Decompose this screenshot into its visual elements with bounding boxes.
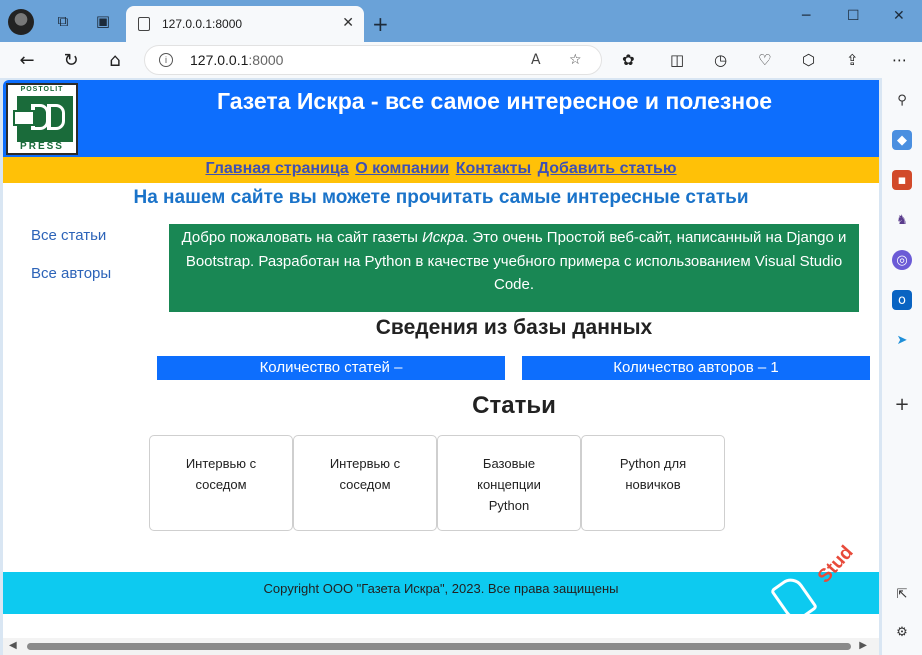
site-title: Газета Искра - все самое интересное и по… — [217, 88, 773, 114]
article-card[interactable]: Базовые концепции Python — [437, 435, 581, 531]
tab-actions-icon[interactable]: ▣ — [92, 10, 114, 32]
logo-bottom-text: PRESS — [20, 141, 64, 152]
main-menu: Главная страница О компании Контакты Доб… — [3, 157, 879, 183]
horizontal-scrollbar[interactable]: ◀ ▶ — [3, 638, 879, 655]
address-bar[interactable]: i 127.0.0.1:8000 A ☆ — [144, 45, 602, 75]
menu-add-article-link[interactable]: Добавить статью — [538, 160, 677, 177]
scroll-left-icon[interactable]: ◀ — [9, 640, 17, 651]
profile-avatar[interactable] — [8, 9, 34, 35]
extensions-icon[interactable]: ✿ — [622, 51, 635, 69]
article-card-title: Интервью с соседом — [329, 456, 401, 492]
article-card[interactable]: Python для новичков — [581, 435, 725, 531]
browser-toolbar: ← ↻ ⌂ i 127.0.0.1:8000 A ☆ ✿ ◫ ◷ ♡ ⬡ ⇪ ⋯ — [0, 42, 922, 78]
browser-titlebar: ⧉ ▣ 127.0.0.1:8000 ✕ + ─ ☐ ✕ — [0, 0, 922, 42]
read-aloud-icon[interactable]: A — [531, 52, 541, 68]
home-icon[interactable]: ⌂ — [104, 49, 126, 71]
edge-sidebar: ⚲ ◆ ▪ ♞ ◎ o ➤ + ⇱ ⚙ — [882, 78, 922, 655]
page-subtitle: На нашем сайте вы можете прочитать самые… — [133, 187, 749, 208]
toolbox-icon[interactable]: ▪ — [892, 170, 912, 190]
external-link-icon[interactable]: ⇱ — [892, 584, 912, 604]
articles-heading: Статьи — [472, 392, 556, 419]
search-icon[interactable]: ⚲ — [892, 90, 912, 110]
articles-count-badge: Количество статей – — [157, 356, 505, 380]
share-icon[interactable]: ⇪ — [846, 51, 859, 69]
plus-icon[interactable]: + — [892, 394, 912, 415]
page-viewport: POSTOLIT PRESS Газета Искра - все самое … — [3, 80, 879, 655]
back-icon[interactable]: ← — [16, 49, 38, 71]
collections-icon[interactable]: ⬡ — [802, 51, 815, 69]
menu-home-link[interactable]: Главная страница — [205, 160, 348, 177]
article-card-title: Python для новичков — [619, 456, 687, 492]
site-info-icon[interactable]: i — [159, 53, 173, 67]
logo-mark — [13, 96, 73, 142]
article-card[interactable]: Интервью с соседом — [149, 435, 293, 531]
logo-top-text: POSTOLIT — [20, 86, 64, 93]
authors-count-badge: Количество авторов – 1 — [522, 356, 870, 380]
address-port: :8000 — [248, 52, 284, 68]
all-articles-link[interactable]: Все статьи — [31, 227, 111, 244]
close-tab-icon[interactable]: ✕ — [342, 15, 354, 31]
site-logo[interactable]: POSTOLIT PRESS — [6, 83, 78, 155]
settings-icon[interactable]: ⚙ — [892, 622, 912, 642]
scrollbar-thumb[interactable] — [27, 643, 851, 650]
copyright-text: Copyright ООО "Газета Искра", 2023. Все … — [263, 581, 619, 596]
db-info-heading: Сведения из базы данных — [375, 316, 653, 339]
favorite-star-icon[interactable]: ☆ — [569, 52, 582, 68]
page-icon — [138, 17, 150, 31]
split-screen-icon[interactable]: ◫ — [670, 51, 684, 69]
close-window-icon[interactable]: ✕ — [893, 8, 905, 24]
site-footer: Copyright ООО "Газета Искра", 2023. Все … — [3, 572, 879, 614]
welcome-text-em: Искра — [422, 229, 465, 246]
minimize-icon[interactable]: ─ — [802, 8, 810, 24]
history-icon[interactable]: ◷ — [714, 51, 727, 69]
outlook-icon[interactable]: o — [892, 290, 912, 310]
tab-title: 127.0.0.1:8000 — [162, 17, 243, 31]
left-nav: Все статьи Все авторы — [31, 227, 111, 303]
menu-contacts-link[interactable]: Контакты — [456, 160, 531, 177]
copilot-icon[interactable]: ◎ — [892, 250, 912, 270]
watermark-text: Stud — [813, 541, 858, 588]
more-icon[interactable]: ⋯ — [892, 51, 907, 69]
watermark-pen-icon — [769, 573, 819, 625]
site-header: POSTOLIT PRESS Газета Искра - все самое … — [3, 80, 879, 157]
address-host: 127.0.0.1 — [190, 52, 249, 68]
chess-icon[interactable]: ♞ — [892, 210, 912, 230]
maximize-icon[interactable]: ☐ — [847, 8, 860, 24]
article-card-title: Интервью с соседом — [185, 456, 257, 492]
article-card-title: Базовые концепции Python — [477, 456, 541, 513]
menu-about-link[interactable]: О компании — [355, 160, 449, 177]
scroll-right-icon[interactable]: ▶ — [859, 640, 867, 651]
tag-icon[interactable]: ◆ — [892, 130, 912, 150]
welcome-box: Добро пожаловать на сайт газеты Искра. Э… — [169, 224, 859, 312]
workspaces-icon[interactable]: ⧉ — [52, 10, 74, 32]
browser-essentials-icon[interactable]: ♡ — [758, 51, 771, 69]
all-authors-link[interactable]: Все авторы — [31, 265, 111, 282]
refresh-icon[interactable]: ↻ — [60, 49, 82, 71]
browser-tab[interactable]: 127.0.0.1:8000 ✕ — [126, 6, 364, 42]
send-icon[interactable]: ➤ — [892, 330, 912, 350]
watermark-logo: Stud — [769, 540, 873, 630]
article-card[interactable]: Интервью с соседом — [293, 435, 437, 531]
welcome-text-start: Добро пожаловать на сайт газеты — [181, 229, 423, 246]
new-tab-icon[interactable]: + — [372, 12, 389, 36]
